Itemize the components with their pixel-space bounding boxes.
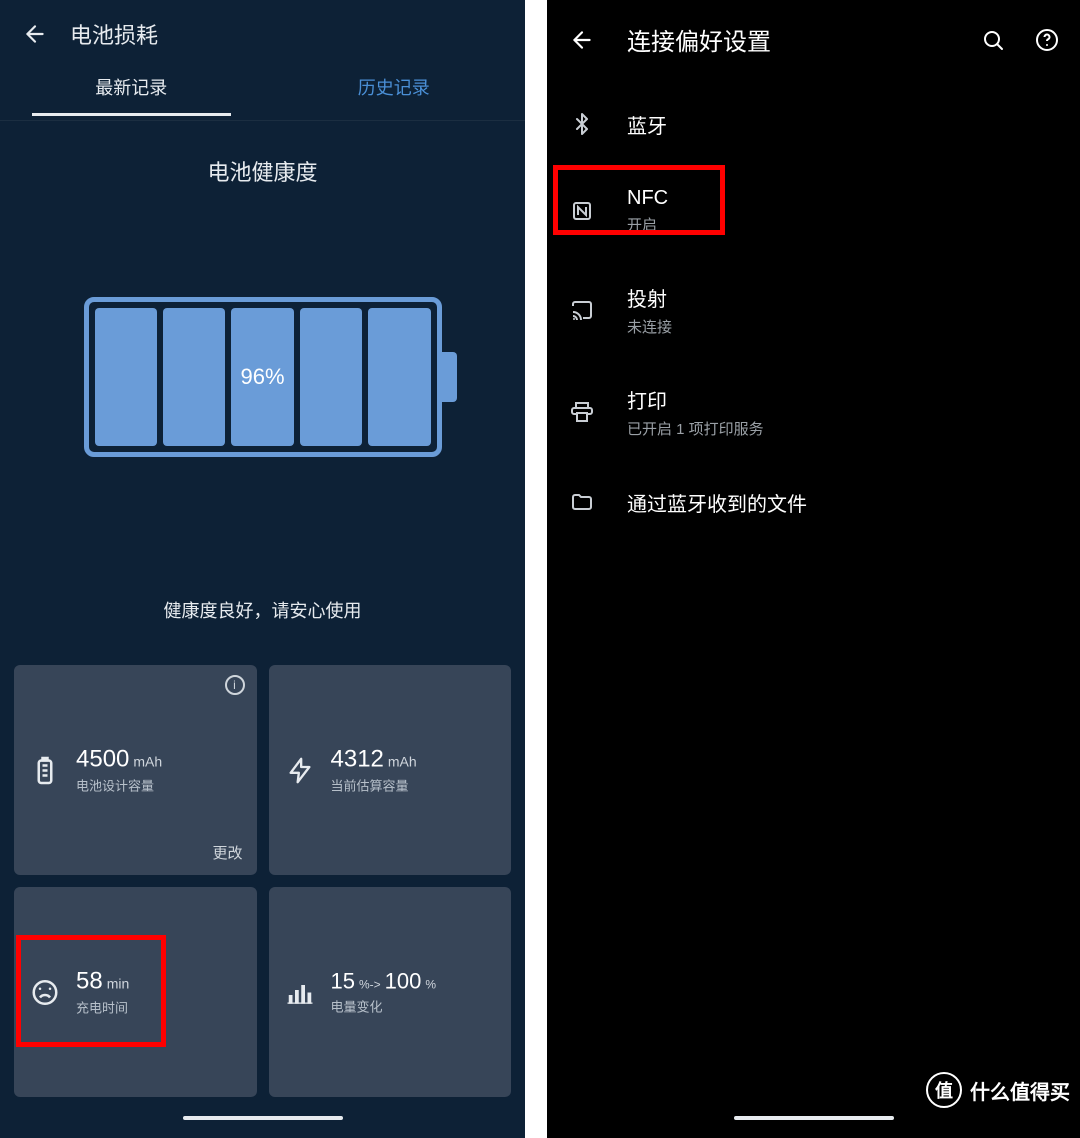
battery-cell	[163, 308, 225, 446]
setting-nfc[interactable]: NFC 开启	[547, 163, 1080, 259]
card-delta-to: 100	[385, 969, 422, 995]
gauge-icon	[28, 975, 62, 1009]
battery-percent: 96%	[240, 364, 284, 390]
help-icon[interactable]	[1034, 27, 1060, 53]
screenshot-gap	[525, 0, 547, 1138]
battery-screen: 电池损耗 最新记录 历史记录 电池健康度 96% 健康度良好，请安心使用 i	[0, 0, 525, 1138]
change-button[interactable]: 更改	[212, 842, 242, 863]
setting-sub: 开启	[627, 214, 668, 235]
battery-cell	[368, 308, 430, 446]
watermark: 值 什么值得买	[926, 1072, 1070, 1108]
setting-bt-files[interactable]: 通过蓝牙收到的文件	[547, 463, 1080, 541]
setting-title: 投射	[627, 283, 672, 312]
setting-title: 打印	[627, 385, 764, 414]
info-icon[interactable]: i	[225, 675, 245, 695]
card-label: 充电时间	[76, 998, 129, 1017]
card-label: 当前估算容量	[331, 776, 417, 795]
setting-cast[interactable]: 投射 未连接	[547, 259, 1080, 361]
card-charge-delta[interactable]: 15 %-> 100 % 电量变化	[269, 887, 512, 1097]
home-indicator[interactable]	[734, 1116, 894, 1120]
nfc-icon	[567, 196, 597, 226]
card-unit: mAh	[388, 754, 417, 770]
home-indicator[interactable]	[183, 1116, 343, 1120]
card-label: 电量变化	[331, 997, 437, 1016]
tab-history[interactable]: 历史记录	[263, 60, 526, 120]
back-arrow-icon[interactable]	[567, 25, 597, 55]
bars-icon	[283, 975, 317, 1009]
card-charge-time[interactable]: 58 min 充电时间	[14, 887, 257, 1097]
battery-header: 电池损耗	[0, 0, 525, 60]
card-design-capacity[interactable]: i 4500 mAh 电池设计容量 更改	[14, 665, 257, 875]
card-unit: min	[107, 976, 130, 992]
setting-sub: 未连接	[627, 316, 672, 337]
card-delta-sep: %->	[359, 978, 381, 992]
connection-prefs-screen: 连接偏好设置 蓝牙	[547, 0, 1080, 1138]
print-icon	[567, 397, 597, 427]
setting-sub: 已开启 1 项打印服务	[627, 418, 764, 439]
card-unit: mAh	[133, 754, 162, 770]
tab-divider	[0, 120, 525, 121]
watermark-text: 什么值得买	[970, 1076, 1070, 1105]
tab-latest[interactable]: 最新记录	[0, 60, 263, 120]
battery-graphic: 96%	[0, 287, 525, 467]
folder-icon	[567, 487, 597, 517]
bolt-icon	[283, 753, 317, 787]
card-estimated-capacity[interactable]: 4312 mAh 当前估算容量	[269, 665, 512, 875]
setting-title: NFC	[627, 187, 668, 210]
battery-health-caption: 健康度良好，请安心使用	[0, 597, 525, 623]
card-delta-pct: %	[425, 978, 436, 992]
battery-health-title: 电池健康度	[0, 155, 525, 187]
cast-icon	[567, 295, 597, 325]
battery-body: 96%	[84, 297, 442, 457]
battery-cell	[300, 308, 362, 446]
page-title: 连接偏好设置	[627, 22, 980, 57]
search-icon[interactable]	[980, 27, 1006, 53]
cards-grid: i 4500 mAh 电池设计容量 更改	[0, 653, 525, 1117]
battery-icon	[28, 753, 62, 787]
battery-cell	[95, 308, 157, 446]
battery-tip	[442, 352, 457, 402]
card-value: 4312	[331, 746, 384, 774]
tabs: 最新记录 历史记录	[0, 60, 525, 120]
card-label: 电池设计容量	[76, 776, 162, 795]
connection-header: 连接偏好设置	[547, 0, 1080, 85]
card-value: 58	[76, 968, 103, 996]
setting-title: 通过蓝牙收到的文件	[627, 488, 807, 517]
setting-title: 蓝牙	[627, 110, 667, 139]
card-delta-from: 15	[331, 969, 355, 995]
settings-list: 蓝牙 NFC 开启 投射	[547, 85, 1080, 541]
setting-print[interactable]: 打印 已开启 1 项打印服务	[547, 361, 1080, 463]
bluetooth-icon	[567, 109, 597, 139]
setting-bluetooth[interactable]: 蓝牙	[547, 85, 1080, 163]
page-title: 电池损耗	[70, 18, 158, 50]
back-arrow-icon[interactable]	[20, 19, 50, 49]
card-value: 4500	[76, 746, 129, 774]
watermark-badge: 值	[926, 1072, 962, 1108]
